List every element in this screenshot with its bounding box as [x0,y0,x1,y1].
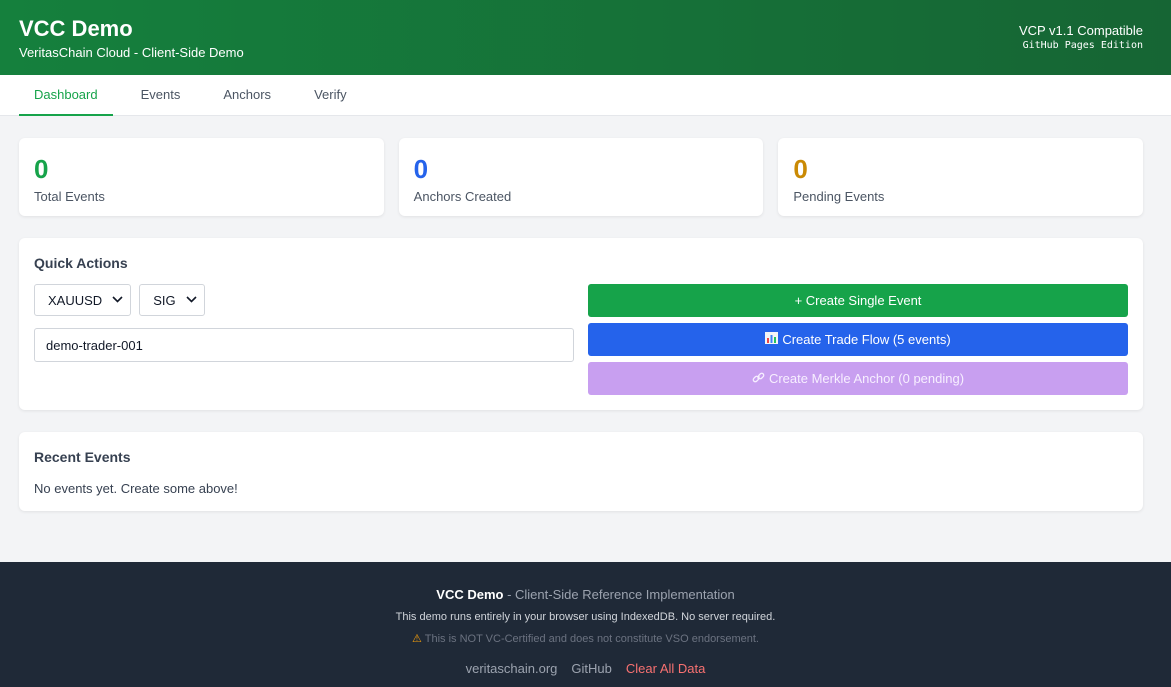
create-merkle-anchor-label: Create Merkle Anchor (0 pending) [768,371,965,386]
header-left: VCC Demo VeritasChain Cloud - Client-Sid… [19,16,244,75]
app-subtitle: VeritasChain Cloud - Client-Side Demo [19,45,244,60]
footer-tagline-text: - Client-Side Reference Implementation [503,587,735,602]
stat-card-anchors-created: 0 Anchors Created [398,138,764,216]
footer-disclaimer-text: This is NOT VC-Certified and does not co… [424,633,759,645]
create-single-event-label: + Create Single Event [794,293,922,308]
compat-label: VCP v1.1 Compatible [1018,23,1143,38]
header-right: VCP v1.1 Compatible GitHub Pages Edition [1019,16,1152,75]
app-header: VCC Demo VeritasChain Cloud - Client-Sid… [0,0,1171,75]
chevron-down-icon [112,295,123,306]
tab-bar: Dashboard Events Anchors Verify [0,75,1171,116]
event-type-select-value: SIG [153,292,176,308]
footer: VCC Demo - Client-Side Reference Impleme… [0,562,1171,687]
stat-value: 0 [34,154,49,184]
stat-card-total-events: 0 Total Events [19,138,384,216]
footer-link-github[interactable]: GitHub [571,661,611,676]
create-trade-flow-label: Create Trade Flow (5 events) [782,332,951,347]
trader-id-input[interactable] [34,328,574,362]
stat-label: Pending Events [793,189,885,204]
app-title: VCC Demo [19,16,133,41]
event-type-select[interactable]: SIG [139,284,205,316]
footer-link-site[interactable]: veritaschain.org [466,661,558,676]
quick-actions-title: Quick Actions [34,255,128,271]
create-trade-flow-button[interactable]: Create Trade Flow (5 events) [588,323,1128,356]
tab-dashboard[interactable]: Dashboard [19,75,113,116]
footer-note: This demo runs entirely in your browser … [395,611,776,623]
quick-actions-buttons: + Create Single Event Create Trade Flow … [588,284,1128,401]
select-row: XAUUSD SIG [34,284,574,316]
footer-brand: VCC Demo [436,587,504,602]
tab-anchors[interactable]: Anchors [208,75,286,116]
stat-label: Total Events [34,189,105,204]
edition-label: GitHub Pages Edition [1022,40,1143,51]
warning-icon: ⚠ [412,633,422,645]
recent-events-title: Recent Events [34,449,131,465]
stats-row: 0 Total Events 0 Anchors Created 0 Pendi… [19,138,1144,216]
footer-tagline: VCC Demo - Client-Side Reference Impleme… [0,586,1171,604]
quick-actions-body: XAUUSD SIG + Create Si [34,284,1128,401]
recent-events-empty-text: No events yet. Create some above! [34,481,238,496]
tab-events[interactable]: Events [126,75,196,116]
create-single-event-button[interactable]: + Create Single Event [588,284,1128,317]
footer-links: veritaschain.org GitHub Clear All Data [0,661,1171,676]
stat-value: 0 [413,154,429,184]
stat-card-pending-events: 0 Pending Events [778,138,1144,216]
create-merkle-anchor-button[interactable]: Create Merkle Anchor (0 pending) [588,362,1128,395]
link-icon [752,371,765,387]
quick-actions-inputs: XAUUSD SIG [34,284,574,401]
clear-all-data-link[interactable]: Clear All Data [626,661,705,676]
stat-label: Anchors Created [413,189,512,204]
tab-verify[interactable]: Verify [299,75,362,116]
main-content: 0 Total Events 0 Anchors Created 0 Pendi… [0,116,1171,511]
stat-value: 0 [793,154,808,184]
quick-actions-card: Quick Actions XAUUSD SIG demo-trader-001… [19,238,1143,410]
symbol-select[interactable]: XAUUSD [34,284,132,316]
symbol-select-value: XAUUSD [48,292,103,308]
bar-chart-icon [765,332,779,347]
recent-events-card: Recent Events No events yet. Create some… [19,432,1143,511]
footer-disclaimer: ⚠ This is NOT VC-Certified and does not … [0,632,1171,646]
chevron-down-icon [186,295,197,306]
